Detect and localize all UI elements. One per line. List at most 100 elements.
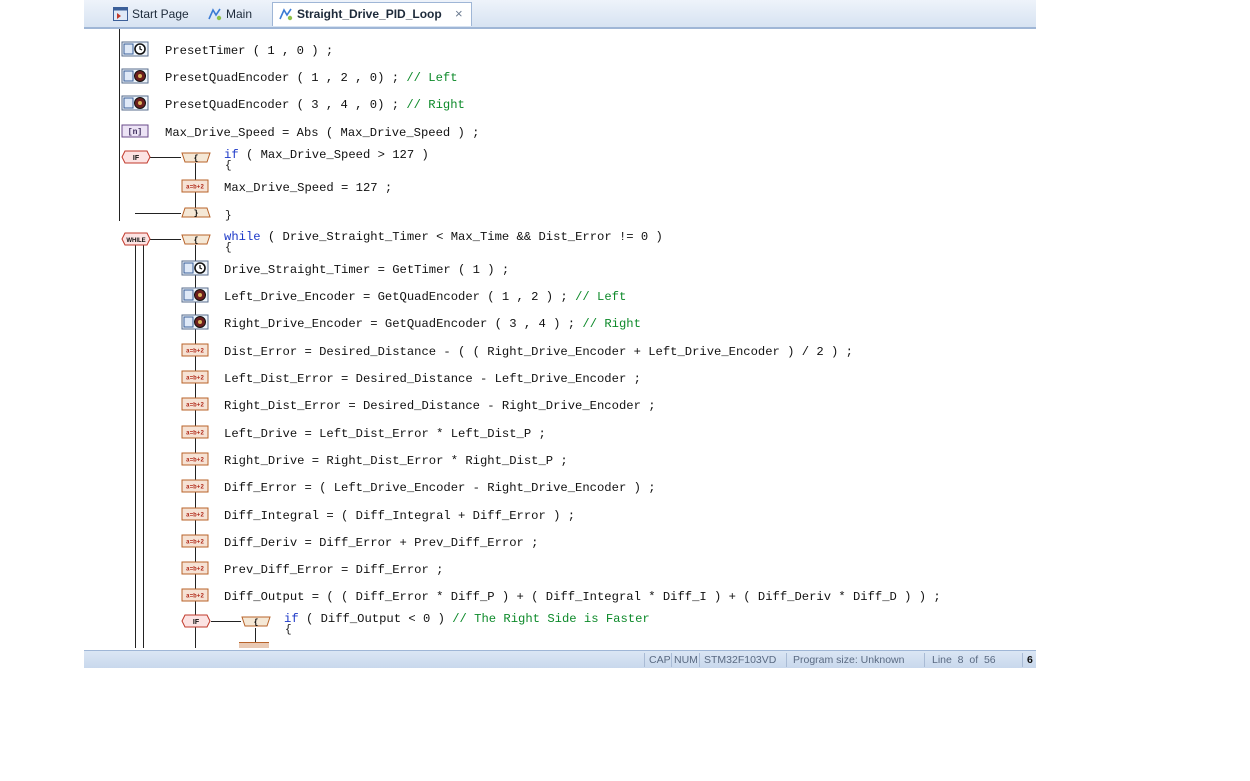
status-divider bbox=[644, 653, 645, 667]
flowchart-statement[interactable]: a=b+2 Left_Drive = Left_Dist_Error * Lef… bbox=[84, 424, 1036, 444]
statement-code: Diff_Error = ( Left_Drive_Encoder - Righ… bbox=[224, 481, 656, 495]
flowchart-statement[interactable]: a=b+2 Diff_Deriv = Diff_Error + Prev_Dif… bbox=[84, 533, 1036, 553]
flowchart-close-brace[interactable]: } bbox=[84, 207, 1036, 227]
quad-encoder-block-icon bbox=[181, 314, 209, 330]
status-divider bbox=[1022, 653, 1023, 667]
column-indicator: 6 bbox=[1027, 654, 1033, 666]
statement-comment: // Right bbox=[399, 98, 465, 112]
svg-text:a=b+2: a=b+2 bbox=[186, 539, 204, 546]
next-block-stub bbox=[239, 642, 269, 648]
flowchart-statement[interactable]: a=b+2 Dist_Error = Desired_Distance - ( … bbox=[84, 342, 1036, 362]
open-brace: { bbox=[285, 624, 292, 636]
flowchart-statement[interactable]: Right_Drive_Encoder = GetQuadEncoder ( 3… bbox=[84, 314, 1036, 334]
statement-comment: // The Right Side is Faster bbox=[444, 612, 650, 626]
expression-block-icon: a=b+2 bbox=[181, 179, 209, 193]
flowchart-if-statement[interactable]: if ( Max_Drive_Speed > 127 ) { bbox=[84, 145, 1036, 172]
expression-block-icon: a=b+2 bbox=[181, 452, 209, 466]
flowchart-statement[interactable]: a=b+2 Right_Drive = Right_Dist_Error * R… bbox=[84, 451, 1036, 471]
statement-code: Drive_Straight_Timer = GetTimer ( 1 ) ; bbox=[224, 263, 510, 277]
statement-code: Diff_Integral = ( Diff_Integral + Diff_E… bbox=[224, 509, 576, 523]
flowchart-statement[interactable]: PresetQuadEncoder ( 3 , 4 , 0) ; // Righ… bbox=[84, 95, 1036, 115]
flowchart-statement[interactable]: PresetTimer ( 1 , 0 ) ; bbox=[84, 41, 1036, 61]
quad-encoder-block-icon bbox=[121, 68, 149, 84]
tab-label: Start Page bbox=[132, 7, 189, 21]
flowchart-statement[interactable]: a=b+2 Left_Dist_Error = Desired_Distance… bbox=[84, 369, 1036, 389]
svg-text:a=b+2: a=b+2 bbox=[186, 566, 204, 573]
tab-main[interactable]: Main bbox=[202, 3, 260, 25]
flowchart-statement[interactable]: a=b+2 Prev_Diff_Error = Diff_Error ; bbox=[84, 560, 1036, 580]
statement-code: PresetTimer ( 1 , 0 ) ; bbox=[165, 44, 334, 58]
status-bar: CAP NUM STM32F103VD Program size: Unknow… bbox=[84, 650, 1036, 668]
flowchart-statement[interactable]: a=b+2 Diff_Error = ( Left_Drive_Encoder … bbox=[84, 478, 1036, 498]
statement-code: ( Max_Drive_Speed > 127 ) bbox=[238, 148, 429, 162]
statement-code: Right_Drive_Encoder = GetQuadEncoder ( 3… bbox=[224, 317, 576, 331]
svg-text:a=b+2: a=b+2 bbox=[186, 348, 204, 355]
expression-block-icon: a=b+2 bbox=[181, 370, 209, 384]
statement-code: PresetQuadEncoder ( 3 , 4 , 0) ; bbox=[165, 98, 400, 112]
expression-block-icon: a=b+2 bbox=[181, 397, 209, 411]
status-divider bbox=[671, 653, 672, 667]
timer-block-icon bbox=[121, 41, 149, 57]
statement-code: Left_Drive_Encoder = GetQuadEncoder ( 1 … bbox=[224, 290, 568, 304]
program-icon bbox=[208, 8, 222, 21]
statement-code: Prev_Diff_Error = Diff_Error ; bbox=[224, 563, 444, 577]
expression-block-icon: a=b+2 bbox=[181, 507, 209, 521]
flowchart-statement[interactable]: [n] Max_Drive_Speed = Abs ( Max_Drive_Sp… bbox=[84, 123, 1036, 143]
program-size: Program size: Unknown bbox=[793, 654, 905, 666]
statement-code: Diff_Deriv = Diff_Error + Prev_Diff_Erro… bbox=[224, 536, 539, 550]
expression-block-icon: a=b+2 bbox=[181, 534, 209, 548]
statement-code: Max_Drive_Speed = Abs ( Max_Drive_Speed … bbox=[165, 126, 480, 140]
tab-label: Main bbox=[226, 7, 253, 21]
statement-code: Dist_Error = Desired_Distance - ( ( Righ… bbox=[224, 345, 853, 359]
tab-straight-drive-pid-loop[interactable]: Straight_Drive_PID_Loop × bbox=[272, 2, 472, 26]
statement-code: Right_Dist_Error = Desired_Distance - Ri… bbox=[224, 399, 656, 413]
statement-comment: // Left bbox=[567, 290, 627, 304]
num-lock-indicator: NUM bbox=[674, 654, 698, 666]
status-divider bbox=[786, 653, 787, 667]
editor-window: Start Page Main Straight_Drive_PID_Loop … bbox=[84, 0, 1036, 668]
close-icon[interactable]: × bbox=[455, 6, 463, 21]
statement-code: PresetQuadEncoder ( 1 , 2 , 0) ; bbox=[165, 71, 400, 85]
flowchart-statement[interactable]: Left_Drive_Encoder = GetQuadEncoder ( 1 … bbox=[84, 287, 1036, 307]
device-name: STM32F103VD bbox=[704, 654, 777, 666]
status-divider bbox=[924, 653, 925, 667]
assignment-block-icon: [n] bbox=[121, 124, 149, 138]
statement-code: Right_Drive = Right_Dist_Error * Right_D… bbox=[224, 454, 568, 468]
flowchart-editor[interactable]: IF WHILE IF { } { {PresetTimer (1 , 0 … bbox=[84, 29, 1036, 648]
expression-block-icon: a=b+2 bbox=[181, 343, 209, 357]
expression-block-icon: a=b+2 bbox=[181, 588, 209, 602]
status-divider bbox=[699, 653, 700, 667]
statement-comment: // Left bbox=[399, 71, 458, 85]
statement-code: Left_Drive = Left_Dist_Error * Left_Dist… bbox=[224, 427, 546, 441]
open-brace: { bbox=[225, 160, 232, 172]
svg-text:a=b+2: a=b+2 bbox=[186, 593, 204, 600]
quad-encoder-block-icon bbox=[121, 95, 149, 111]
caps-lock-indicator: CAP bbox=[649, 654, 671, 666]
svg-text:a=b+2: a=b+2 bbox=[186, 457, 204, 464]
expression-block-icon: a=b+2 bbox=[181, 561, 209, 575]
line-indicator: Line 8 of 56 bbox=[932, 654, 996, 666]
timer-block-icon bbox=[181, 260, 209, 276]
flowchart-statement[interactable]: a=b+2 Diff_Output = ( ( Diff_Error * Dif… bbox=[84, 587, 1036, 607]
statement-code: Diff_Output = ( ( Diff_Error * Diff_P ) … bbox=[224, 590, 941, 604]
tab-start-page[interactable]: Start Page bbox=[108, 3, 197, 25]
flowchart-statement[interactable]: a=b+2 Diff_Integral = ( Diff_Integral + … bbox=[84, 506, 1036, 526]
expression-block-icon: a=b+2 bbox=[181, 479, 209, 493]
svg-text:a=b+2: a=b+2 bbox=[186, 184, 204, 191]
start-page-icon bbox=[113, 7, 128, 21]
flowchart-while-statement[interactable]: while ( Drive_Straight_Timer < Max_Time … bbox=[84, 227, 1036, 254]
flowchart-statement[interactable]: a=b+2 Right_Dist_Error = Desired_Distanc… bbox=[84, 396, 1036, 416]
flowchart-if-statement[interactable]: if ( Diff_Output < 0 ) // The Right Side… bbox=[84, 609, 1036, 636]
program-icon bbox=[279, 8, 293, 21]
svg-text:a=b+2: a=b+2 bbox=[186, 484, 204, 491]
flowchart-statement[interactable]: a=b+2 Max_Drive_Speed = 127 ; bbox=[84, 178, 1036, 198]
flowchart-statement[interactable]: Drive_Straight_Timer = GetTimer ( 1 ) ; bbox=[84, 260, 1036, 280]
tab-label: Straight_Drive_PID_Loop bbox=[297, 7, 442, 21]
statement-code: ( Diff_Output < 0 ) bbox=[298, 612, 445, 626]
statement-code: Left_Dist_Error = Desired_Distance - Lef… bbox=[224, 372, 641, 386]
open-brace: { bbox=[225, 242, 232, 254]
tab-bar: Start Page Main Straight_Drive_PID_Loop … bbox=[84, 0, 1036, 29]
svg-text:a=b+2: a=b+2 bbox=[186, 402, 204, 409]
flowchart-statement[interactable]: PresetQuadEncoder ( 1 , 2 , 0) ; // Left bbox=[84, 68, 1036, 88]
svg-text:[n]: [n] bbox=[128, 128, 142, 137]
